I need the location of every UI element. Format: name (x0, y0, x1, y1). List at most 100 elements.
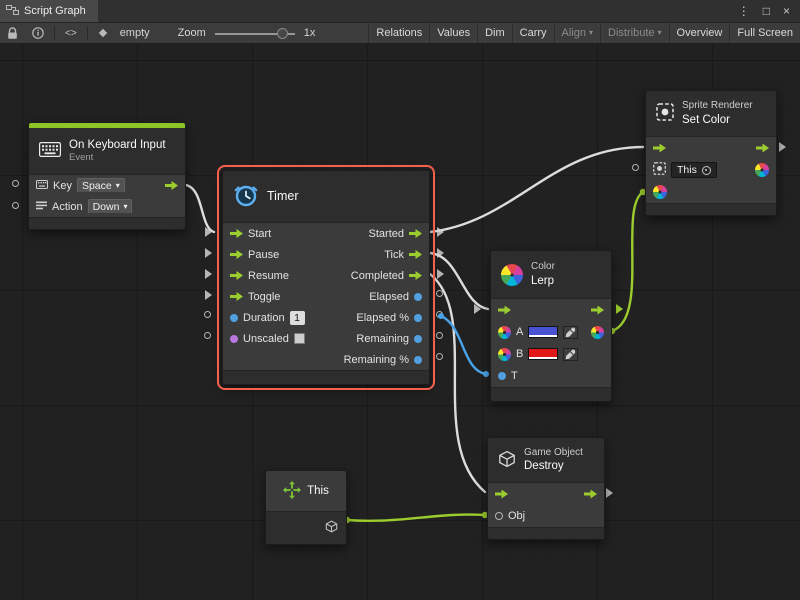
close-icon[interactable]: × (783, 4, 790, 18)
port-label: Remaining (356, 333, 409, 345)
key-type-icon (36, 180, 48, 192)
toolbar-separator (87, 26, 88, 40)
wire-lerp-to-setcolor-color[interactable] (612, 192, 643, 331)
obj-port[interactable] (495, 512, 503, 520)
port-label: Resume (248, 270, 289, 282)
port-label: Completed (351, 270, 404, 282)
port-label: Obj (508, 510, 525, 522)
window-menu-icon[interactable]: ⋮ (738, 4, 750, 18)
info-icon[interactable] (25, 23, 51, 43)
pause-port[interactable] (230, 250, 243, 259)
relations-button[interactable]: Relations (368, 23, 429, 43)
zoom-slider[interactable] (215, 23, 295, 43)
action-label: Action (52, 201, 83, 213)
color-wheel-icon[interactable] (755, 163, 769, 177)
gameobject-cube-icon (498, 450, 516, 471)
elapsed-port[interactable] (414, 293, 422, 301)
this-object-field[interactable]: This (671, 162, 717, 178)
trigger-out-port[interactable] (165, 181, 178, 190)
node-footer (646, 203, 776, 215)
unscaled-port[interactable] (230, 335, 238, 343)
color-wheel-icon[interactable] (653, 185, 667, 199)
dim-button[interactable]: Dim (477, 23, 512, 43)
flow-out-port[interactable] (591, 306, 604, 315)
target-picker-icon[interactable] (702, 166, 711, 175)
node-color-lerp[interactable]: Color Lerp A B (490, 250, 612, 402)
align-label: Align (562, 27, 586, 39)
duration-port[interactable] (230, 314, 238, 322)
tick-port[interactable] (409, 250, 422, 259)
sprite-renderer-mini-icon (653, 162, 666, 178)
remaining-pct-port[interactable] (414, 356, 422, 364)
node-subtitle: Event (69, 152, 166, 164)
graph-asset-name: empty (115, 27, 155, 39)
resume-port[interactable] (230, 271, 243, 280)
node-on-keyboard-input[interactable]: On Keyboard Input Event Key Space ▾ (28, 122, 186, 230)
wire-started-to-setcolor[interactable] (430, 147, 643, 232)
lock-icon[interactable] (0, 23, 25, 43)
wire-elapsedpct-to-lerp-t[interactable] (441, 316, 486, 374)
wire-completed-to-destroy[interactable] (430, 274, 485, 492)
elapsed-pct-port[interactable] (414, 314, 422, 322)
color-wheel-icon (501, 264, 523, 286)
wire-tick-to-lerp[interactable] (430, 253, 488, 309)
action-type-icon (36, 201, 47, 213)
toggle-port[interactable] (230, 292, 243, 301)
graph-canvas[interactable]: On Keyboard Input Event Key Space ▾ (0, 44, 800, 600)
keyboard-icon (39, 142, 61, 160)
start-port[interactable] (230, 229, 243, 238)
color-out-port[interactable] (591, 326, 604, 339)
distribute-button[interactable]: Distribute ▾ (600, 23, 668, 43)
values-button[interactable]: Values (429, 23, 477, 43)
align-button[interactable]: Align ▾ (554, 23, 600, 43)
color-b-swatch[interactable] (528, 348, 558, 360)
flow-in-port[interactable] (498, 306, 511, 315)
tab-script-graph[interactable]: Script Graph (0, 0, 98, 22)
carry-button[interactable]: Carry (512, 23, 554, 43)
node-surtitle: Game Object (524, 447, 583, 460)
remaining-port[interactable] (414, 335, 422, 343)
node-set-color[interactable]: Sprite Renderer Set Color This (645, 90, 777, 216)
completed-port[interactable] (409, 271, 422, 280)
node-title: On Keyboard Input (69, 138, 166, 152)
port-label: Elapsed % (356, 312, 409, 324)
port-label: Remaining % (344, 354, 409, 366)
wire-endpoint (438, 313, 444, 319)
port-label: T (511, 370, 518, 382)
node-footer (29, 217, 185, 229)
node-timer[interactable]: Timer Start Started Pause Tick Resume Co… (222, 170, 430, 385)
chevron-down-icon: ▾ (123, 203, 127, 211)
this-object-label: This (677, 164, 697, 176)
color-a-swatch[interactable] (528, 326, 558, 338)
graph-toolbar: <> empty Zoom 1x Relations Values Dim Ca… (0, 22, 800, 44)
node-title: Set Color (682, 113, 753, 127)
wire-this-to-destroy-obj[interactable] (347, 515, 485, 521)
eyedropper-icon[interactable] (563, 348, 578, 361)
self-move-icon (283, 481, 301, 502)
node-this[interactable]: This (265, 470, 347, 545)
flow-in-port[interactable] (653, 144, 666, 153)
flow-out-port[interactable] (756, 144, 769, 153)
zoom-slider-handle[interactable] (277, 28, 288, 39)
key-dropdown[interactable]: Space ▾ (77, 178, 125, 193)
gameobject-output-port[interactable] (325, 520, 338, 536)
unity-graph-window: Script Graph ⋮ □ × <> empty Zoom 1x Rela… (0, 0, 800, 600)
node-destroy[interactable]: Game Object Destroy Obj (487, 437, 605, 540)
code-view-icon[interactable]: <> (58, 23, 84, 43)
t-port[interactable] (498, 372, 506, 380)
started-port[interactable] (409, 229, 422, 238)
action-dropdown[interactable]: Down ▾ (88, 199, 133, 214)
fullscreen-button[interactable]: Full Screen (729, 23, 800, 43)
wire-keyboard-to-timer-start[interactable] (186, 185, 214, 232)
titlebar: Script Graph ⋮ □ × (0, 0, 800, 22)
flow-out-port[interactable] (584, 490, 597, 499)
node-surtitle: Sprite Renderer (682, 100, 753, 113)
flow-in-port[interactable] (495, 490, 508, 499)
eyedropper-icon[interactable] (563, 326, 578, 339)
duration-input[interactable]: 1 (290, 311, 305, 325)
maximize-icon[interactable]: □ (763, 4, 770, 18)
unscaled-checkbox[interactable] (294, 333, 305, 344)
overview-button[interactable]: Overview (669, 23, 730, 43)
key-label: Key (53, 180, 72, 192)
timer-clock-icon (233, 182, 259, 211)
